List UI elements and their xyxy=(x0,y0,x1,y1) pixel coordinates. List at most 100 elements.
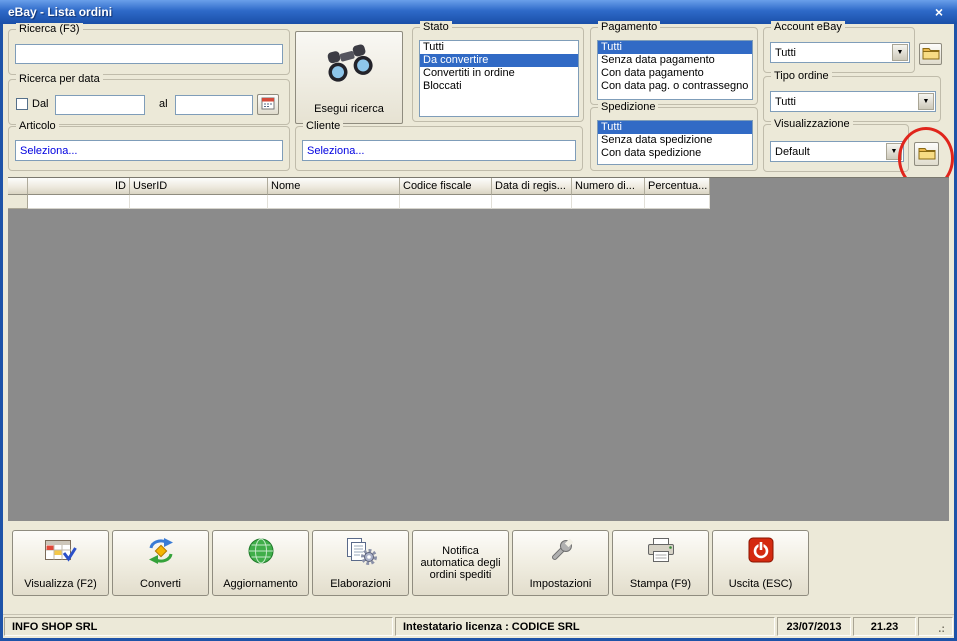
chevron-down-icon: ▼ xyxy=(922,98,930,105)
table-view-icon xyxy=(13,537,108,565)
visualizza-button-label: Visualizza (F2) xyxy=(24,578,97,590)
stato-item-da-convertire[interactable]: Da convertire xyxy=(420,54,578,67)
chevron-down-icon: ▼ xyxy=(896,49,904,56)
account-ebay-combo-value: Tutti xyxy=(775,46,796,59)
stato-item-tutti[interactable]: Tutti xyxy=(420,41,578,54)
column-header-id[interactable]: ID xyxy=(28,178,130,195)
cliente-group: Cliente Seleziona... xyxy=(295,120,583,171)
stampa-button[interactable]: Stampa (F9) xyxy=(612,530,709,596)
pagamento-item-tutti[interactable]: Tutti xyxy=(598,41,752,54)
power-icon xyxy=(713,537,808,563)
tipo-ordine-group-label: Tipo ordine xyxy=(771,70,832,83)
tipo-ordine-combo-dropdown[interactable]: ▼ xyxy=(918,93,934,110)
uscita-button-label: Uscita (ESC) xyxy=(728,578,793,590)
stato-group: Stato Tutti Da convertire Convertiti in … xyxy=(412,21,584,122)
notifica-automatica-button[interactable]: Notifica automatica degli ordini spediti xyxy=(412,530,509,596)
spedizione-listbox[interactable]: Tutti Senza data spedizione Con data spe… xyxy=(597,120,753,165)
visualizzazione-combo[interactable]: Default ▼ xyxy=(770,141,904,162)
ricerca-input[interactable] xyxy=(15,44,283,64)
pagamento-item-con-data[interactable]: Con data pagamento xyxy=(598,67,752,80)
cliente-selector[interactable]: Seleziona... xyxy=(302,140,576,161)
column-header-data-registrazione[interactable]: Data di regis... xyxy=(492,178,572,195)
table-cell xyxy=(400,195,492,209)
stato-listbox[interactable]: Tutti Da convertire Convertiti in ordine… xyxy=(419,40,579,117)
convert-arrows-icon xyxy=(113,537,208,565)
impostazioni-button[interactable]: Impostazioni xyxy=(512,530,609,596)
articolo-selector[interactable]: Seleziona... xyxy=(15,140,283,161)
folder-icon xyxy=(918,146,936,163)
visualizzazione-folder-button[interactable] xyxy=(914,142,939,166)
wrench-icon xyxy=(513,537,608,565)
account-ebay-combo-dropdown[interactable]: ▼ xyxy=(892,44,908,61)
cliente-group-label: Cliente xyxy=(303,120,344,133)
uscita-button[interactable]: Uscita (ESC) xyxy=(712,530,809,596)
status-license: Intestatario licenza : CODICE SRL xyxy=(395,617,775,636)
status-date: 23/07/2013 xyxy=(777,617,851,636)
globe-icon xyxy=(213,537,308,565)
window-body: Ricerca (F3) Ricerca per data Dal al Art… xyxy=(3,21,954,638)
table-cell xyxy=(492,195,572,209)
aggiornamento-button-label: Aggiornamento xyxy=(223,578,298,590)
column-header-numero[interactable]: Numero di... xyxy=(572,178,645,195)
table-cell xyxy=(130,195,268,209)
close-button[interactable]: × xyxy=(929,4,949,20)
column-header-nome[interactable]: Nome xyxy=(268,178,400,195)
account-ebay-group: Account eBay Tutti ▼ xyxy=(763,21,915,73)
orders-grid-header: ID UserID Nome Codice fiscale Data di re… xyxy=(8,178,710,195)
spedizione-item-tutti[interactable]: Tutti xyxy=(598,121,752,134)
account-ebay-folder-button[interactable] xyxy=(919,43,942,65)
pagamento-item-contrassegno[interactable]: Con data pag. o contrassegno xyxy=(598,80,752,93)
spedizione-item-con-data[interactable]: Con data spedizione xyxy=(598,147,752,160)
pagamento-group-label: Pagamento xyxy=(598,21,661,34)
table-cell xyxy=(268,195,400,209)
cliente-selector-value: Seleziona... xyxy=(307,144,365,157)
dal-checkbox[interactable] xyxy=(16,98,28,110)
stato-item-bloccati[interactable]: Bloccati xyxy=(420,80,578,93)
visualizzazione-combo-value: Default xyxy=(775,145,810,158)
visualizzazione-combo-dropdown[interactable]: ▼ xyxy=(886,143,902,160)
table-row[interactable] xyxy=(8,195,710,209)
status-company: INFO SHOP SRL xyxy=(4,617,393,636)
ricerca-group-label: Ricerca (F3) xyxy=(16,23,83,36)
binoculars-icon xyxy=(323,32,375,85)
al-label: al xyxy=(159,98,168,110)
data-al-input[interactable] xyxy=(175,95,253,115)
spedizione-item-senza-data[interactable]: Senza data spedizione xyxy=(598,134,752,147)
aggiornamento-button[interactable]: Aggiornamento xyxy=(212,530,309,596)
articolo-group-label: Articolo xyxy=(16,120,59,133)
ricerca-per-data-group: Ricerca per data Dal al xyxy=(8,73,290,125)
articolo-selector-value: Seleziona... xyxy=(20,144,78,157)
app-window: eBay - Lista ordini × Ricerca (F3) Ricer… xyxy=(0,0,957,641)
visualizza-button[interactable]: Visualizza (F2) xyxy=(12,530,109,596)
stato-group-label: Stato xyxy=(420,21,452,34)
visualizzazione-group: Visualizzazione Default ▼ xyxy=(763,118,909,172)
calendar-button[interactable] xyxy=(257,94,279,115)
table-cell xyxy=(28,195,130,209)
column-header-userid[interactable]: UserID xyxy=(130,178,268,195)
stato-item-convertiti[interactable]: Convertiti in ordine xyxy=(420,67,578,80)
dal-label: Dal xyxy=(32,98,49,110)
elaborazioni-button[interactable]: Elaborazioni xyxy=(312,530,409,596)
row-selector-cell[interactable] xyxy=(8,195,28,209)
converti-button[interactable]: Converti xyxy=(112,530,209,596)
data-dal-input[interactable] xyxy=(55,95,145,115)
spedizione-group-label: Spedizione xyxy=(598,101,659,114)
esegui-ricerca-button[interactable]: Esegui ricerca xyxy=(295,31,403,124)
account-ebay-combo[interactable]: Tutti ▼ xyxy=(770,42,910,63)
column-header-selector[interactable] xyxy=(8,178,28,195)
table-cell xyxy=(645,195,710,209)
orders-grid-background: ID UserID Nome Codice fiscale Data di re… xyxy=(8,177,949,521)
pagamento-listbox[interactable]: Tutti Senza data pagamento Con data paga… xyxy=(597,40,753,100)
ricerca-group: Ricerca (F3) xyxy=(8,23,290,75)
pagamento-item-senza-data[interactable]: Senza data pagamento xyxy=(598,54,752,67)
converti-button-label: Converti xyxy=(140,578,181,590)
tipo-ordine-combo-value: Tutti xyxy=(775,95,796,108)
pagamento-group: Pagamento Tutti Senza data pagamento Con… xyxy=(590,21,758,105)
status-time: 21.23 xyxy=(853,617,916,636)
ricerca-per-data-group-label: Ricerca per data xyxy=(16,73,103,86)
calendar-icon xyxy=(261,96,275,113)
tipo-ordine-combo[interactable]: Tutti ▼ xyxy=(770,91,936,112)
resize-grip[interactable]: .: xyxy=(918,617,953,636)
column-header-codice-fiscale[interactable]: Codice fiscale xyxy=(400,178,492,195)
column-header-percentuale[interactable]: Percentua... xyxy=(645,178,710,195)
